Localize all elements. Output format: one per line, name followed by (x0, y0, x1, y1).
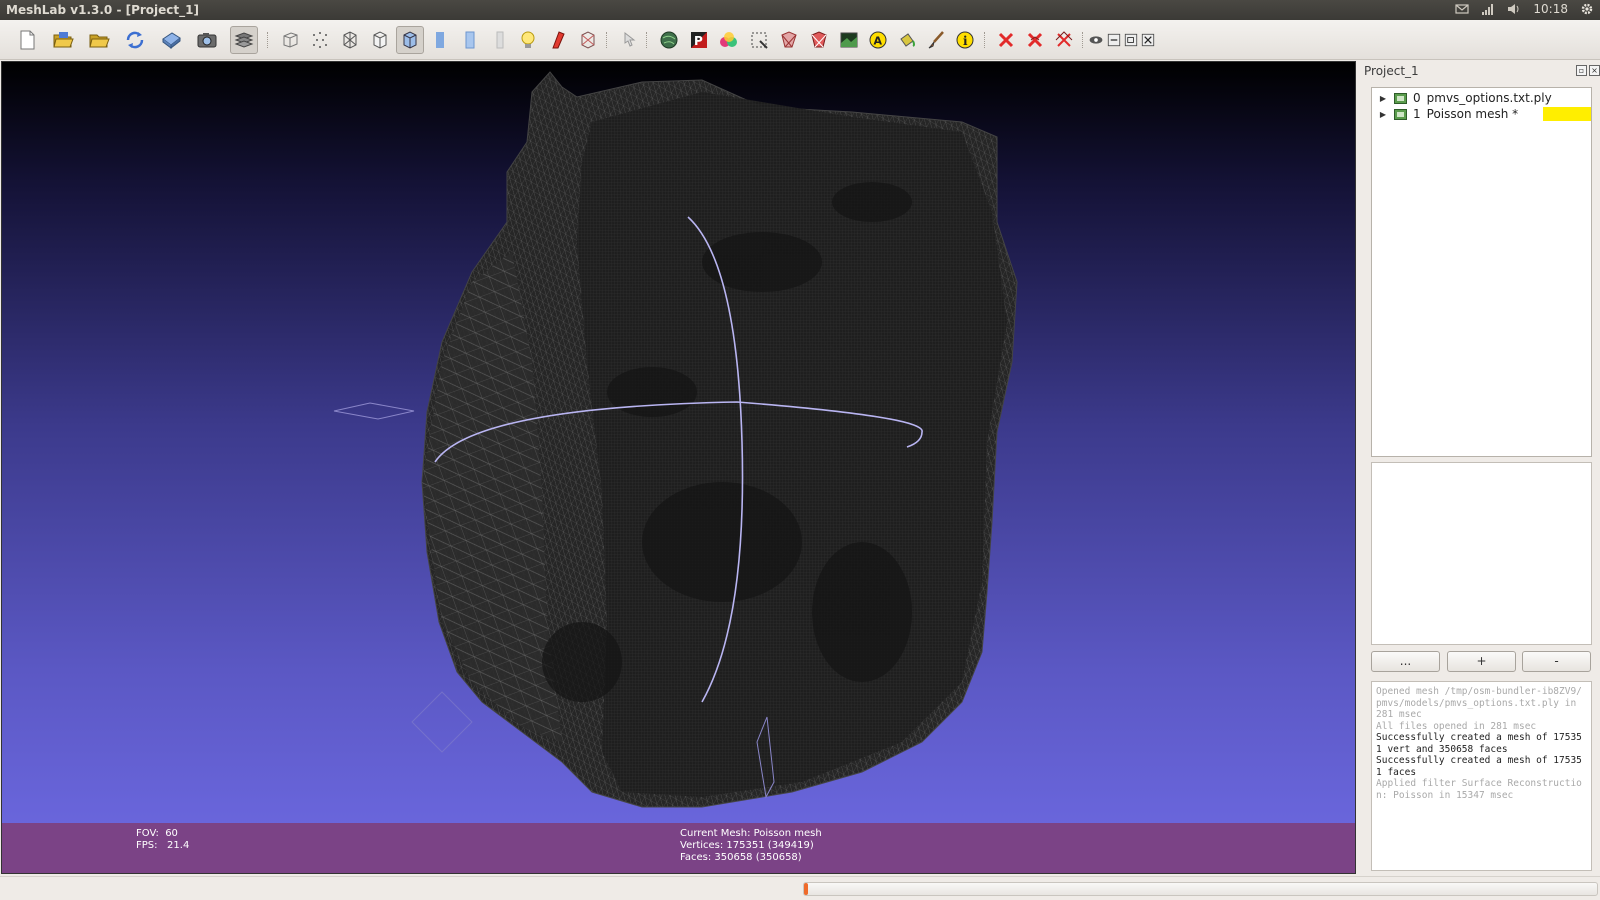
remove-button[interactable]: - (1522, 651, 1591, 672)
open-project-icon[interactable] (85, 26, 113, 54)
expand-arrow-icon[interactable]: ▶ (1376, 94, 1390, 103)
fps-readout: FPS: 21.4 (136, 840, 190, 851)
smooth-render-icon[interactable] (456, 26, 484, 54)
layer-visible-icon[interactable] (1394, 92, 1407, 104)
toolbar-separator (606, 32, 608, 48)
toolbar-separator (267, 32, 269, 48)
annotate-icon[interactable]: A (864, 26, 892, 54)
select-vertices-icon[interactable] (745, 26, 773, 54)
delete-selection-icon[interactable] (992, 26, 1020, 54)
double-side-lighting-icon[interactable] (544, 26, 572, 54)
window-close-icon[interactable] (1139, 26, 1157, 54)
log-line: Successfully created a mesh of 175351 ve… (1376, 732, 1582, 755)
window-restore-icon[interactable] (1122, 26, 1140, 54)
log-line: Successfully created a mesh of 175351 fa… (1376, 755, 1582, 778)
panel-close-icon[interactable]: × (1589, 65, 1600, 76)
mail-icon[interactable] (1455, 2, 1470, 16)
snapshot-icon[interactable] (193, 26, 221, 54)
main-toolbar: P A i (0, 20, 1600, 60)
expand-arrow-icon[interactable]: ▶ (1376, 110, 1390, 119)
flat-lines-icon[interactable] (396, 26, 424, 54)
window-title: MeshLab v1.3.0 - [Project_1] (6, 3, 199, 17)
log-line: Opened mesh /tmp/osm-bundler-ib8ZV9/pmvs… (1376, 686, 1582, 720)
flat-render-icon[interactable] (426, 26, 454, 54)
delete-faces-icon[interactable] (1021, 26, 1049, 54)
svg-text:P: P (694, 34, 703, 48)
paint-bucket-icon[interactable] (893, 26, 921, 54)
layer-list[interactable]: ▶ 0 pmvs_options.txt.ply ▶ 1 Poisson mes… (1371, 87, 1592, 457)
raster-icon[interactable] (835, 26, 863, 54)
3d-viewport[interactable]: FOV: 60 FPS: 21.4 Current Mesh: Poisson … (1, 61, 1356, 874)
points-render-icon[interactable] (306, 26, 334, 54)
color-faces-icon[interactable] (715, 26, 743, 54)
log-line: All files opened in 281 msec (1376, 720, 1537, 732)
svg-text:A: A (874, 35, 883, 48)
brush-icon[interactable] (922, 26, 950, 54)
progress-fill (804, 883, 808, 895)
add-button[interactable]: + (1447, 651, 1516, 672)
backface-culling-icon[interactable] (574, 26, 602, 54)
delete-vertices-icon[interactable] (1050, 26, 1078, 54)
vertices-readout: Vertices: 175351 (349419) (680, 840, 814, 851)
title-bar: MeshLab v1.3.0 - [Project_1] 10:18 (0, 0, 1600, 20)
system-tray: 10:18 (1455, 2, 1594, 16)
log-line: Applied filter Surface Reconstruction: P… (1376, 778, 1582, 801)
paint-p-icon[interactable]: P (685, 26, 713, 54)
mesh-scene[interactable] (2, 62, 1356, 822)
wireframe-render-icon[interactable] (336, 26, 364, 54)
color-world-icon[interactable] (655, 26, 683, 54)
settings-gear-icon[interactable] (1580, 2, 1594, 16)
layer-visible-icon[interactable] (1394, 108, 1407, 120)
layer-index: 1 (1413, 107, 1421, 121)
network-signal-icon[interactable] (1481, 2, 1495, 16)
toolbar-separator (646, 32, 648, 48)
save-icon[interactable] (157, 26, 185, 54)
layer-name: pmvs_options.txt.ply (1426, 91, 1552, 105)
window-minimize-icon[interactable] (1105, 26, 1123, 54)
layer-index: 0 (1413, 91, 1421, 105)
open-mesh-icon[interactable] (49, 26, 77, 54)
layer-row[interactable]: ▶ 0 pmvs_options.txt.ply (1372, 90, 1591, 106)
light-icon[interactable] (514, 26, 542, 54)
progress-bar (803, 882, 1598, 896)
svg-text:i: i (963, 34, 968, 48)
info-icon[interactable]: i (951, 26, 979, 54)
layers-icon[interactable] (230, 26, 258, 54)
viewport-info-bar: FOV: 60 FPS: 21.4 Current Mesh: Poisson … (2, 823, 1355, 873)
more-button[interactable]: ... (1371, 651, 1440, 672)
layer-info-box (1371, 462, 1592, 645)
texture-icon[interactable] (486, 26, 514, 54)
bounding-box-icon[interactable] (276, 26, 304, 54)
layer-name: Poisson mesh * (1426, 107, 1519, 121)
select-connected-icon[interactable] (805, 26, 833, 54)
toolbar-separator (1082, 32, 1084, 48)
layer-row-current[interactable]: ▶ 1 Poisson mesh * (1372, 106, 1591, 122)
current-layer-highlight (1543, 107, 1591, 121)
hidden-lines-icon[interactable] (366, 26, 394, 54)
current-mesh-readout: Current Mesh: Poisson mesh (680, 828, 822, 839)
eye-icon[interactable] (1086, 26, 1106, 54)
clock[interactable]: 10:18 (1533, 2, 1568, 16)
faces-readout: Faces: 350658 (350658) (680, 852, 802, 863)
mesh-dense-region (577, 92, 1007, 797)
select-faces-icon[interactable] (775, 26, 803, 54)
toolbar-separator (984, 32, 986, 48)
new-project-icon[interactable] (13, 26, 41, 54)
panel-title: Project_1 (1364, 64, 1419, 78)
fov-readout: FOV: 60 (136, 828, 178, 839)
reload-icon[interactable] (121, 26, 149, 54)
volume-icon[interactable] (1507, 2, 1521, 16)
status-bar (0, 876, 1600, 900)
pick-icon[interactable] (614, 26, 642, 54)
panel-float-icon[interactable]: ▫ (1576, 65, 1587, 76)
layer-dialog: Project_1 ▫ × ▶ 0 pmvs_options.txt.ply ▶… (1360, 61, 1600, 874)
log-output[interactable]: Opened mesh /tmp/osm-bundler-ib8ZV9/pmvs… (1371, 681, 1592, 871)
